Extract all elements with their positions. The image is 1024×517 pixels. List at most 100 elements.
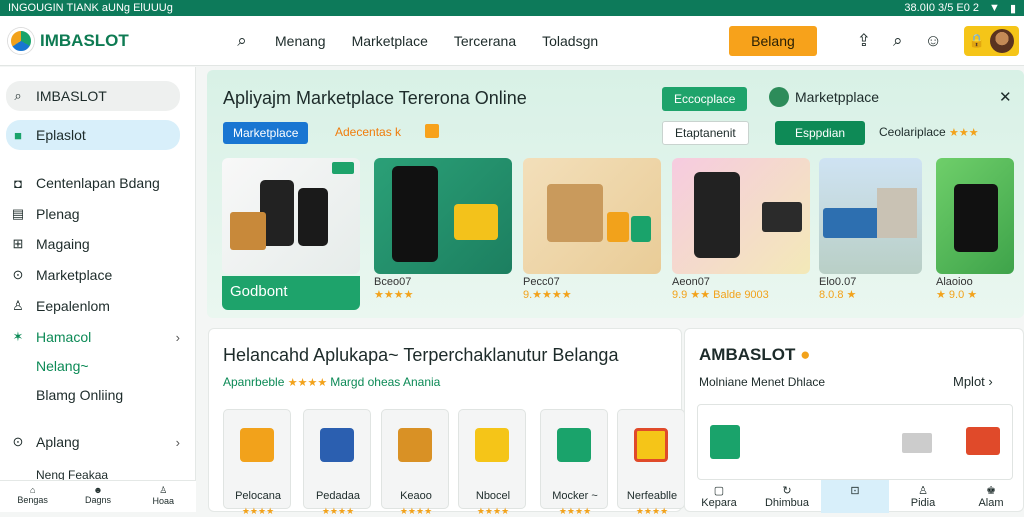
- sidebar: ⌕ IMBASLOT ■ Eplaslot ◘ Centenlapan Bdang…: [0, 67, 196, 512]
- caption: Alaoioo: [936, 276, 973, 288]
- bottom-nav-users[interactable]: ☻ Dagns: [73, 485, 123, 512]
- tools-icon: [475, 428, 509, 462]
- star-icon: ✶: [12, 329, 24, 344]
- search-icon[interactable]: ⌕: [893, 31, 903, 51]
- rating: ★ 9.0 ★: [936, 289, 978, 301]
- tag-marketplace[interactable]: Marketplace: [223, 122, 309, 144]
- product-card-4[interactable]: [819, 158, 922, 274]
- sidebar-item-0[interactable]: ◘ Centenlapan Bdang: [6, 168, 180, 198]
- sidebar-item-label: Hamacol: [36, 329, 92, 345]
- panel-nav-item[interactable]: ▢ Kepara: [685, 480, 753, 513]
- hero-banner: Apliyajm Marketplace Tererona Online Ecc…: [207, 70, 1024, 318]
- truck-icon: [823, 208, 883, 238]
- brand-logo[interactable]: IMBASLOT: [0, 27, 200, 54]
- app-tile-label: Keaoo: [400, 490, 432, 502]
- box-icon: [607, 212, 629, 242]
- app-tile[interactable]: Nbocel ★★★★: [458, 409, 526, 516]
- smiley-icon[interactable]: ☺: [925, 31, 942, 51]
- sidebar-item-2[interactable]: ⊞ Magaing: [6, 229, 180, 259]
- app-tile-label: Pedadaa: [315, 490, 361, 502]
- sidebar-item-label: Magaing: [36, 236, 90, 252]
- bottom-nav-profile[interactable]: ♙ Hoaa: [138, 485, 188, 512]
- caption: Bceo07: [374, 276, 412, 288]
- product-card-3[interactable]: [672, 158, 810, 274]
- avatar: [990, 28, 1015, 53]
- app-tile[interactable]: Mocker ~ ★★★★: [540, 409, 608, 516]
- nav-link-3[interactable]: Toladsgn: [529, 33, 611, 49]
- hero-title: Apliyajm Marketplace Tererona Online: [223, 88, 527, 108]
- nav-link-0[interactable]: Menang: [262, 33, 339, 49]
- panel-nav-label: Pidia: [910, 497, 936, 509]
- product-card-0[interactable]: [222, 158, 360, 274]
- status-right-text: 38.0I0 3/5 E0 2: [904, 2, 980, 14]
- sidebar-item-label: Aplang: [36, 434, 80, 450]
- section-title: Helancahd Aplukapa~ Terperchaklanutur Be…: [223, 345, 619, 365]
- panel-nav-item[interactable]: ↻ Dhimbua: [753, 480, 821, 513]
- chevron-right-icon: ›: [175, 329, 180, 345]
- logo-mark-icon: [8, 27, 34, 54]
- sidebar-item-8[interactable]: ⊙ Aplang ›: [6, 427, 180, 457]
- basket-icon: [240, 428, 274, 462]
- badge-icon: [425, 124, 439, 138]
- pin-icon: ⊙: [12, 434, 24, 449]
- close-icon[interactable]: ✕: [999, 88, 1012, 106]
- app-tile-label: Nbocel: [475, 490, 511, 502]
- sidebar-search[interactable]: ⌕ IMBASLOT: [6, 81, 180, 111]
- caption: Aeon07: [672, 276, 710, 288]
- sidebar-item-active[interactable]: ■ Eplaslot: [6, 120, 180, 150]
- chevron-right-icon: ›: [988, 374, 993, 389]
- nav-link-2[interactable]: Tercerana: [441, 33, 529, 49]
- wallet-icon: [454, 204, 498, 240]
- cta-button[interactable]: Belang: [729, 25, 817, 56]
- app-tile[interactable]: Pelocana ★★★★: [223, 409, 291, 516]
- sidebar-item-4[interactable]: ♙ Eepalenlom: [6, 291, 180, 321]
- panel-nav-label: Alam: [978, 497, 1004, 509]
- sidebar-subitem-1[interactable]: Blamg Onliing: [6, 380, 180, 410]
- app-tile-label: Pelocana: [235, 490, 281, 502]
- hero-button[interactable]: Eccocplace: [662, 87, 748, 111]
- product-card-5[interactable]: [936, 158, 1014, 274]
- card-label[interactable]: Godbont: [222, 276, 360, 310]
- sidebar-item-label: Plenag: [36, 206, 80, 222]
- bottom-nav-label: Hoaa: [152, 496, 175, 506]
- caption: Elo0.07: [819, 276, 857, 288]
- card-caption-2: Pecc07 9.★★★★: [523, 276, 661, 301]
- subtitle-text: Apanrbeble: [223, 375, 285, 389]
- box-icon: ▢: [713, 485, 725, 497]
- sidebar-item-1[interactable]: ▤ Plenag: [6, 199, 180, 229]
- app-tile-label: Mocker ~: [552, 490, 598, 502]
- sidebar-subitem-0[interactable]: Nelang~: [6, 351, 180, 381]
- square-icon: ■: [14, 127, 22, 143]
- dark-button[interactable]: Esppdian: [775, 121, 866, 145]
- users-icon: ☻: [93, 485, 103, 495]
- app-tile[interactable]: Nerfeablle ★★★★: [617, 409, 685, 516]
- nav-link-1[interactable]: Marketplace: [339, 33, 441, 49]
- sidebar-item-5[interactable]: ✶ Hamacol ›: [6, 322, 180, 352]
- right-panel: AMBASLOT ● Molniane Menet Dhlace Mplot ›…: [684, 328, 1024, 513]
- sidebar-item-3[interactable]: ⊙ Marketplace: [6, 260, 180, 290]
- bottom-nav-home[interactable]: ⌂ Bengas: [8, 485, 58, 512]
- marketplace-link[interactable]: Marketpplace: [769, 87, 879, 107]
- search-icon: ⌕: [14, 88, 22, 103]
- panel-more-link[interactable]: Mplot ›: [953, 374, 993, 389]
- sidebar-item-label: Eepalenlom: [36, 298, 110, 314]
- product-card-1[interactable]: [374, 158, 512, 274]
- panel-subtitle: Molniane Menet Dhlace: [699, 375, 826, 389]
- lock-icon: 🔒: [968, 32, 986, 48]
- panel-nav-item[interactable]: ♚ Alam: [957, 480, 1024, 513]
- app-tile[interactable]: Keaoo ★★★★: [381, 409, 449, 516]
- panel-nav-item-active[interactable]: ⊡: [821, 480, 889, 513]
- product-card-2[interactable]: [523, 158, 661, 274]
- panel-nav-item[interactable]: ♙ Pidia: [889, 480, 957, 513]
- panel-bottom-nav: ▢ Kepara ↻ Dhimbua ⊡ ♙ Pidia ♚ Alam: [685, 480, 1024, 513]
- sidebar-search-label: IMBASLOT: [36, 88, 107, 104]
- status-left-text: INGOUGIN TIANK aUNg ElUUUg: [8, 2, 173, 14]
- outline-button[interactable]: Etaptanenit: [662, 121, 749, 145]
- share-icon[interactable]: ⇪: [857, 31, 871, 51]
- sidebar-item-label: Blamg Onliing: [36, 387, 124, 403]
- search-icon[interactable]: ⌕: [222, 31, 262, 51]
- profile-button[interactable]: 🔒: [963, 25, 1020, 56]
- window-icon: ⊡: [850, 485, 860, 497]
- chevron-right-icon: ›: [175, 434, 180, 450]
- app-tile[interactable]: Pedadaa ★★★★: [303, 409, 371, 516]
